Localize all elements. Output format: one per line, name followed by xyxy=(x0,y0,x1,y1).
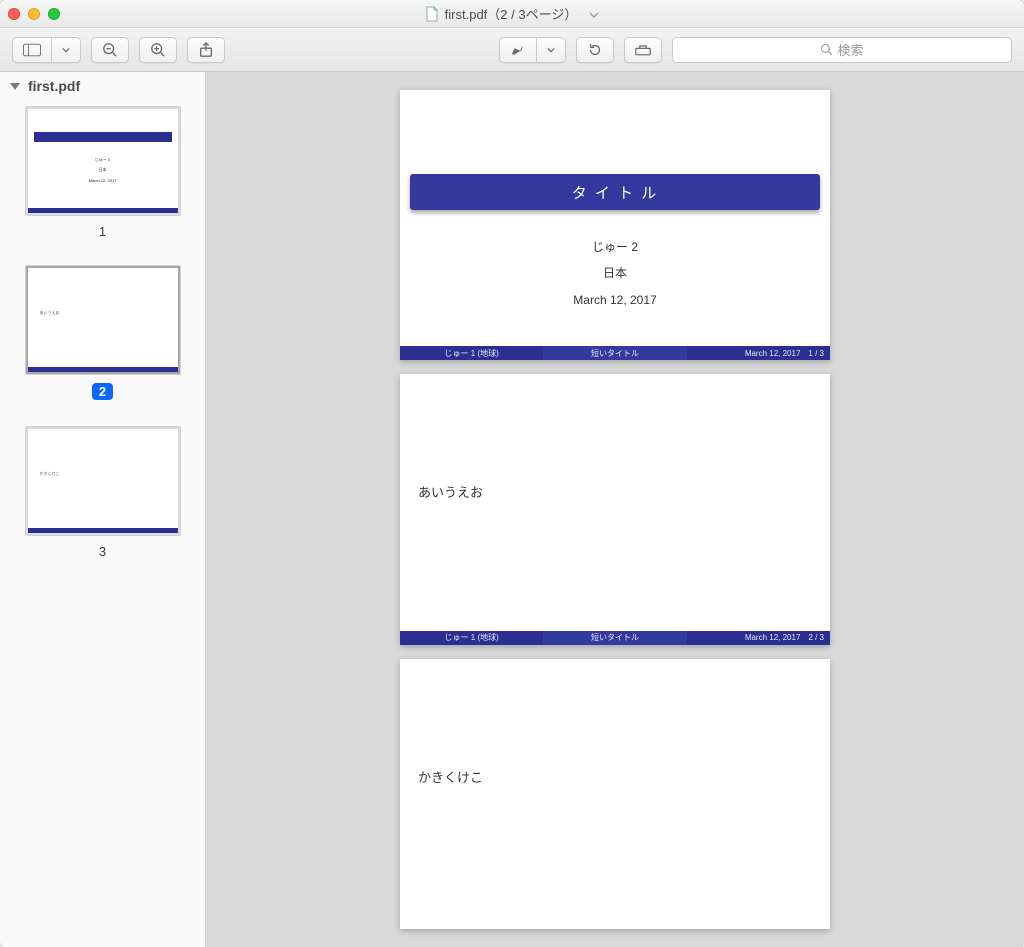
mini-author: じゅー 2 xyxy=(28,157,178,163)
thumbnail-1[interactable]: じゅー 2 日本 March 12, 2017 1 xyxy=(0,106,205,239)
slide-affil: 日本 xyxy=(400,260,830,286)
share-button[interactable] xyxy=(187,37,225,63)
sidebar-header[interactable]: first.pdf xyxy=(0,72,205,100)
preview-window: first.pdf（2 / 3ページ） xyxy=(0,0,1024,947)
slide-footer: じゅー 1 (地球) 短いタイトル March 12, 2017 1 / 3 xyxy=(400,346,830,360)
footer-mid: 短いタイトル xyxy=(543,346,686,360)
search-field[interactable]: 検索 xyxy=(672,37,1012,63)
thumbnail-3[interactable]: かきくけこ 3 xyxy=(0,426,205,559)
titlebar: first.pdf（2 / 3ページ） xyxy=(0,0,1024,28)
body: first.pdf じゅー 2 日本 March 12, 2017 xyxy=(0,72,1024,947)
sidebar-filename: first.pdf xyxy=(28,78,80,94)
footer-mid: 短いタイトル xyxy=(543,631,686,645)
slide-content: あいうえお xyxy=(418,482,483,501)
mini-p3: かきくけこ xyxy=(40,471,60,477)
markup-toolbar-button[interactable] xyxy=(624,37,662,63)
footer-right: March 12, 2017 2 / 3 xyxy=(687,631,830,645)
thumbnail-2[interactable]: あいうえお 2 xyxy=(0,265,205,400)
page-3[interactable]: かきくけこ xyxy=(400,659,830,929)
page-1[interactable]: タ イ ト ル じゅー 2 日本 March 12, 2017 じゅー 1 (地… xyxy=(400,90,830,360)
mini-affil: 日本 xyxy=(28,167,178,173)
zoom-in-button[interactable] xyxy=(139,37,177,63)
search-placeholder: 検索 xyxy=(837,40,863,59)
footer-date: March 12, 2017 xyxy=(745,349,801,358)
zoom-out-button[interactable] xyxy=(91,37,129,63)
slide-footer: じゅー 1 (地球) 短いタイトル March 12, 2017 2 / 3 xyxy=(400,631,830,645)
slide-title-band: タ イ ト ル xyxy=(410,174,820,210)
footer-page: 1 / 3 xyxy=(808,349,824,358)
mini-p2: あいうえお xyxy=(40,310,60,316)
footer-right: March 12, 2017 1 / 3 xyxy=(687,346,830,360)
window-title-text: first.pdf（2 / 3ページ） xyxy=(445,4,578,23)
slide-meta: じゅー 2 日本 March 12, 2017 xyxy=(400,234,830,313)
markup-button[interactable] xyxy=(499,37,566,63)
footer-page: 2 / 3 xyxy=(808,633,824,642)
thumbnail-number: 2 xyxy=(92,383,113,400)
disclosure-triangle-icon xyxy=(10,83,20,90)
mini-date: March 12, 2017 xyxy=(28,178,178,183)
page-2[interactable]: あいうえお じゅー 1 (地球) 短いタイトル March 12, 2017 2… xyxy=(400,374,830,644)
thumbnail-number: 3 xyxy=(99,544,106,559)
footer-left: じゅー 1 (地球) xyxy=(400,631,543,645)
document-icon xyxy=(425,6,439,22)
slide-content: かきくけこ xyxy=(418,767,483,786)
slide-author: じゅー 2 xyxy=(400,234,830,260)
search-icon xyxy=(820,43,833,56)
thumbnail-number: 1 xyxy=(99,224,106,239)
title-dropdown-icon[interactable] xyxy=(589,6,599,21)
slide-date: March 12, 2017 xyxy=(400,287,830,313)
thumbnails-sidebar: first.pdf じゅー 2 日本 March 12, 2017 xyxy=(0,72,206,947)
rotate-button[interactable] xyxy=(576,37,614,63)
pages: タ イ ト ル じゅー 2 日本 March 12, 2017 じゅー 1 (地… xyxy=(400,72,830,947)
slide-title: タ イ ト ル xyxy=(572,182,659,203)
thumbnails-list: じゅー 2 日本 March 12, 2017 1 あいうえお xyxy=(0,100,205,947)
window-title: first.pdf（2 / 3ページ） xyxy=(0,4,1024,23)
footer-left: じゅー 1 (地球) xyxy=(400,346,543,360)
toolbar: 検索 xyxy=(0,28,1024,72)
footer-date: March 12, 2017 xyxy=(745,633,801,642)
document-viewer[interactable]: タ イ ト ル じゅー 2 日本 March 12, 2017 じゅー 1 (地… xyxy=(206,72,1024,947)
sidebar-view-button[interactable] xyxy=(12,37,81,63)
